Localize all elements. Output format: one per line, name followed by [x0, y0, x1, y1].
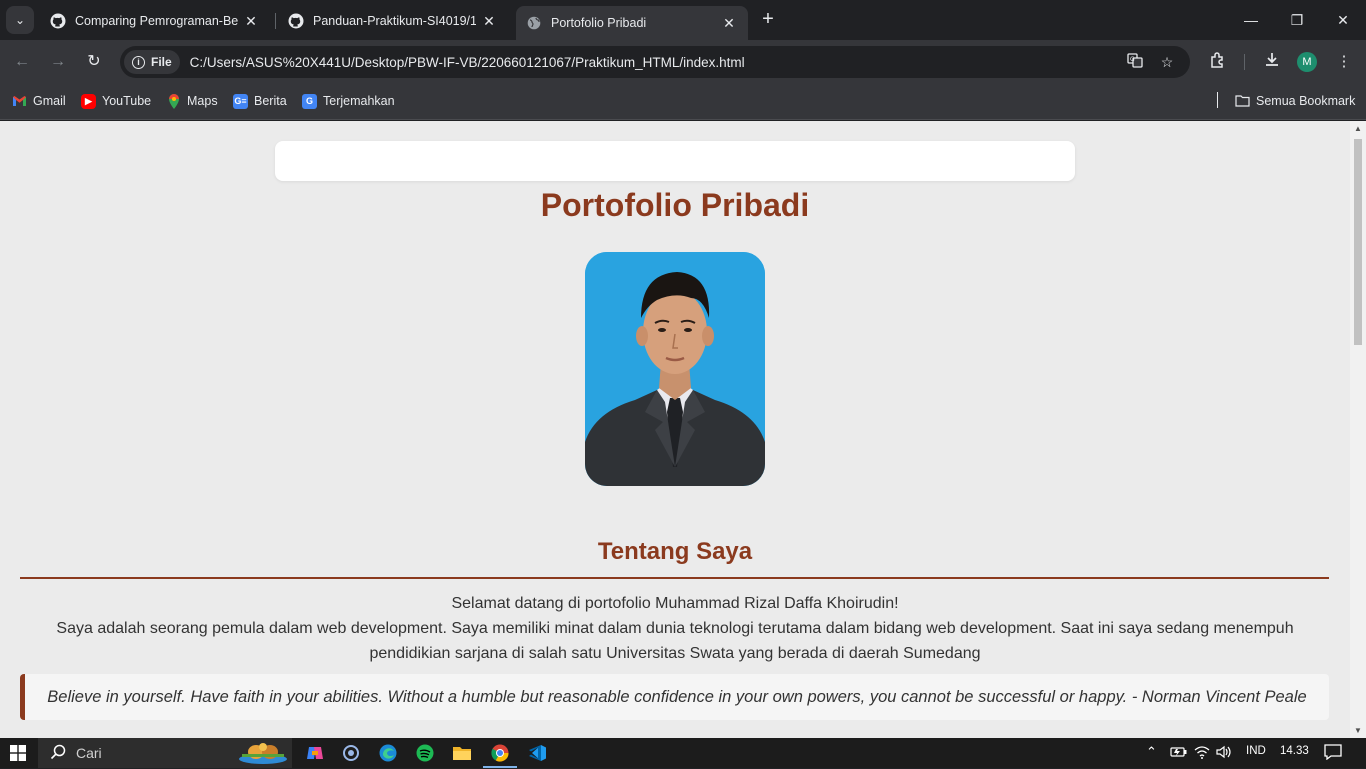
search-icon — [50, 744, 66, 763]
language-indicator[interactable]: IND — [1246, 745, 1266, 757]
profile-avatar[interactable]: M — [1297, 52, 1317, 72]
star-icon[interactable]: ☆ — [1157, 52, 1177, 72]
section-divider — [20, 577, 1329, 579]
notification-icon[interactable] — [1324, 744, 1342, 763]
search-highlight-icon — [236, 740, 290, 769]
windows-start-icon[interactable] — [10, 745, 26, 761]
settings-app-icon[interactable] — [341, 743, 361, 763]
copilot-icon[interactable] — [305, 743, 325, 763]
info-icon: i — [132, 55, 145, 69]
chevron-down-icon: ⌄ — [14, 13, 26, 27]
forward-button[interactable]: → — [46, 50, 70, 74]
more-vertical-icon[interactable]: ⋮ — [1333, 51, 1355, 73]
windows-taskbar: Cari ⌃ IND 14.33 — [0, 738, 1366, 768]
page-scrollbar[interactable]: ▲ ▼ — [1350, 121, 1366, 738]
arrow-right-icon: → — [50, 53, 66, 70]
bookmark-label: Semua Bookmark — [1256, 94, 1356, 108]
restore-icon: ❐ — [1290, 12, 1304, 28]
bookmark-label: YouTube — [102, 94, 152, 108]
globe-icon — [526, 15, 542, 31]
maps-icon — [166, 93, 181, 109]
bookmark-gmail[interactable]: Gmail — [12, 92, 66, 110]
toolbar-separator — [1244, 54, 1245, 70]
clock-time[interactable]: 14.33 — [1280, 745, 1309, 757]
svg-text:G: G — [1130, 56, 1135, 63]
gmail-icon — [12, 94, 27, 109]
vscode-icon[interactable] — [527, 743, 547, 763]
minimize-icon: — — [1244, 12, 1258, 28]
edge-icon[interactable] — [378, 743, 398, 763]
github-icon — [50, 13, 66, 29]
tab-title: Portofolio Pribadi — [551, 16, 647, 30]
restore-button[interactable]: ❐ — [1282, 8, 1312, 32]
tab-title: Comparing Pemrograman-Berbasis... — [75, 14, 238, 28]
file-explorer-icon[interactable] — [452, 743, 472, 763]
bookmark-youtube[interactable]: ▶ YouTube — [81, 92, 151, 110]
close-window-button[interactable]: ✕ — [1328, 8, 1358, 32]
tab-panduan[interactable]: Panduan-Praktikum-SI4019/1-P... ✕ — [278, 6, 508, 36]
about-line-description: Saya adalah seorang pemula dalam web dev… — [56, 620, 1294, 662]
close-icon[interactable]: ✕ — [480, 13, 498, 30]
github-icon — [288, 13, 304, 29]
browser-toolbar: ← → ↻ i File C:/Users/ASUS%20X441U/Deskt… — [0, 40, 1366, 84]
battery-icon[interactable] — [1170, 745, 1188, 762]
scroll-up-icon[interactable]: ▲ — [1350, 124, 1366, 133]
bookmark-label: Gmail — [33, 94, 66, 108]
spotify-icon[interactable] — [415, 743, 435, 763]
scrollbar-thumb[interactable] — [1354, 139, 1362, 345]
profile-photo — [585, 252, 765, 486]
bookmark-label: Maps — [187, 94, 218, 108]
page-viewport: Portofolio Pribadi Tentang Saya Selamat … — [0, 121, 1350, 738]
news-icon: G≡ — [233, 93, 248, 109]
bookmark-berita[interactable]: G≡ Berita — [233, 92, 287, 110]
volume-icon[interactable] — [1216, 745, 1232, 762]
bookmark-terjemahkan[interactable]: G Terjemahkan — [302, 92, 395, 110]
bookmark-maps[interactable]: Maps — [166, 92, 218, 110]
page-title: Portofolio Pribadi — [540, 187, 810, 223]
address-bar[interactable]: i File C:/Users/ASUS%20X441U/Desktop/PBW… — [120, 46, 1190, 78]
about-heading: Tentang Saya — [597, 538, 753, 565]
about-line-welcome: Selamat datang di portofolio Muhammad Ri… — [451, 595, 899, 612]
tab-portofolio[interactable]: Portofolio Pribadi ✕ — [516, 6, 748, 40]
minimize-button[interactable]: — — [1236, 8, 1266, 32]
reload-icon: ↻ — [87, 53, 101, 70]
wifi-icon[interactable] — [1194, 745, 1210, 762]
tab-comparing[interactable]: Comparing Pemrograman-Berbasis... ✕ — [40, 6, 270, 36]
quote-block: Believe in yourself. Have faith in your … — [20, 674, 1329, 720]
scroll-down-icon[interactable]: ▼ — [1350, 726, 1366, 735]
chrome-icon[interactable] — [490, 743, 510, 763]
translate-icon[interactable]: G — [1125, 52, 1145, 72]
scheme-label: File — [151, 55, 172, 69]
tab-search-button[interactable]: ⌄ — [6, 6, 34, 34]
download-icon[interactable] — [1261, 51, 1283, 73]
site-info-chip[interactable]: i File — [124, 50, 180, 74]
folder-icon — [1235, 94, 1250, 109]
plus-icon: + — [762, 8, 774, 30]
bookmarks-bar: Gmail ▶ YouTube Maps G≡ Berita G Terjema… — [0, 84, 1366, 120]
all-bookmarks-folder[interactable]: Semua Bookmark — [1235, 92, 1355, 110]
bookmarks-separator — [1217, 92, 1218, 108]
tab-title: Panduan-Praktikum-SI4019/1-P... — [313, 14, 476, 28]
chevron-up-icon[interactable]: ⌃ — [1146, 744, 1157, 760]
arrow-left-icon: ← — [14, 53, 30, 70]
page-navbar — [275, 141, 1075, 181]
bookmark-label: Terjemahkan — [323, 94, 395, 108]
tab-strip: ⌄ Comparing Pemrograman-Berbasis... ✕ Pa… — [0, 0, 1366, 40]
reload-button[interactable]: ↻ — [82, 50, 106, 74]
youtube-icon: ▶ — [81, 93, 96, 109]
url-text[interactable]: C:/Users/ASUS%20X441U/Desktop/PBW-IF-VB/… — [190, 55, 745, 70]
translate-icon: G — [302, 93, 317, 109]
bookmark-label: Berita — [254, 94, 287, 108]
about-text: Selamat datang di portofolio Muhammad Ri… — [40, 591, 1310, 666]
back-button[interactable]: ← — [10, 50, 34, 74]
search-placeholder: Cari — [76, 745, 102, 761]
close-icon: ✕ — [1337, 12, 1349, 28]
new-tab-button[interactable]: + — [756, 8, 780, 32]
taskbar-search[interactable]: Cari — [38, 738, 292, 768]
extensions-icon[interactable] — [1207, 51, 1229, 73]
close-icon[interactable]: ✕ — [242, 13, 260, 30]
tab-separator — [275, 13, 276, 29]
close-icon[interactable]: ✕ — [720, 15, 738, 32]
